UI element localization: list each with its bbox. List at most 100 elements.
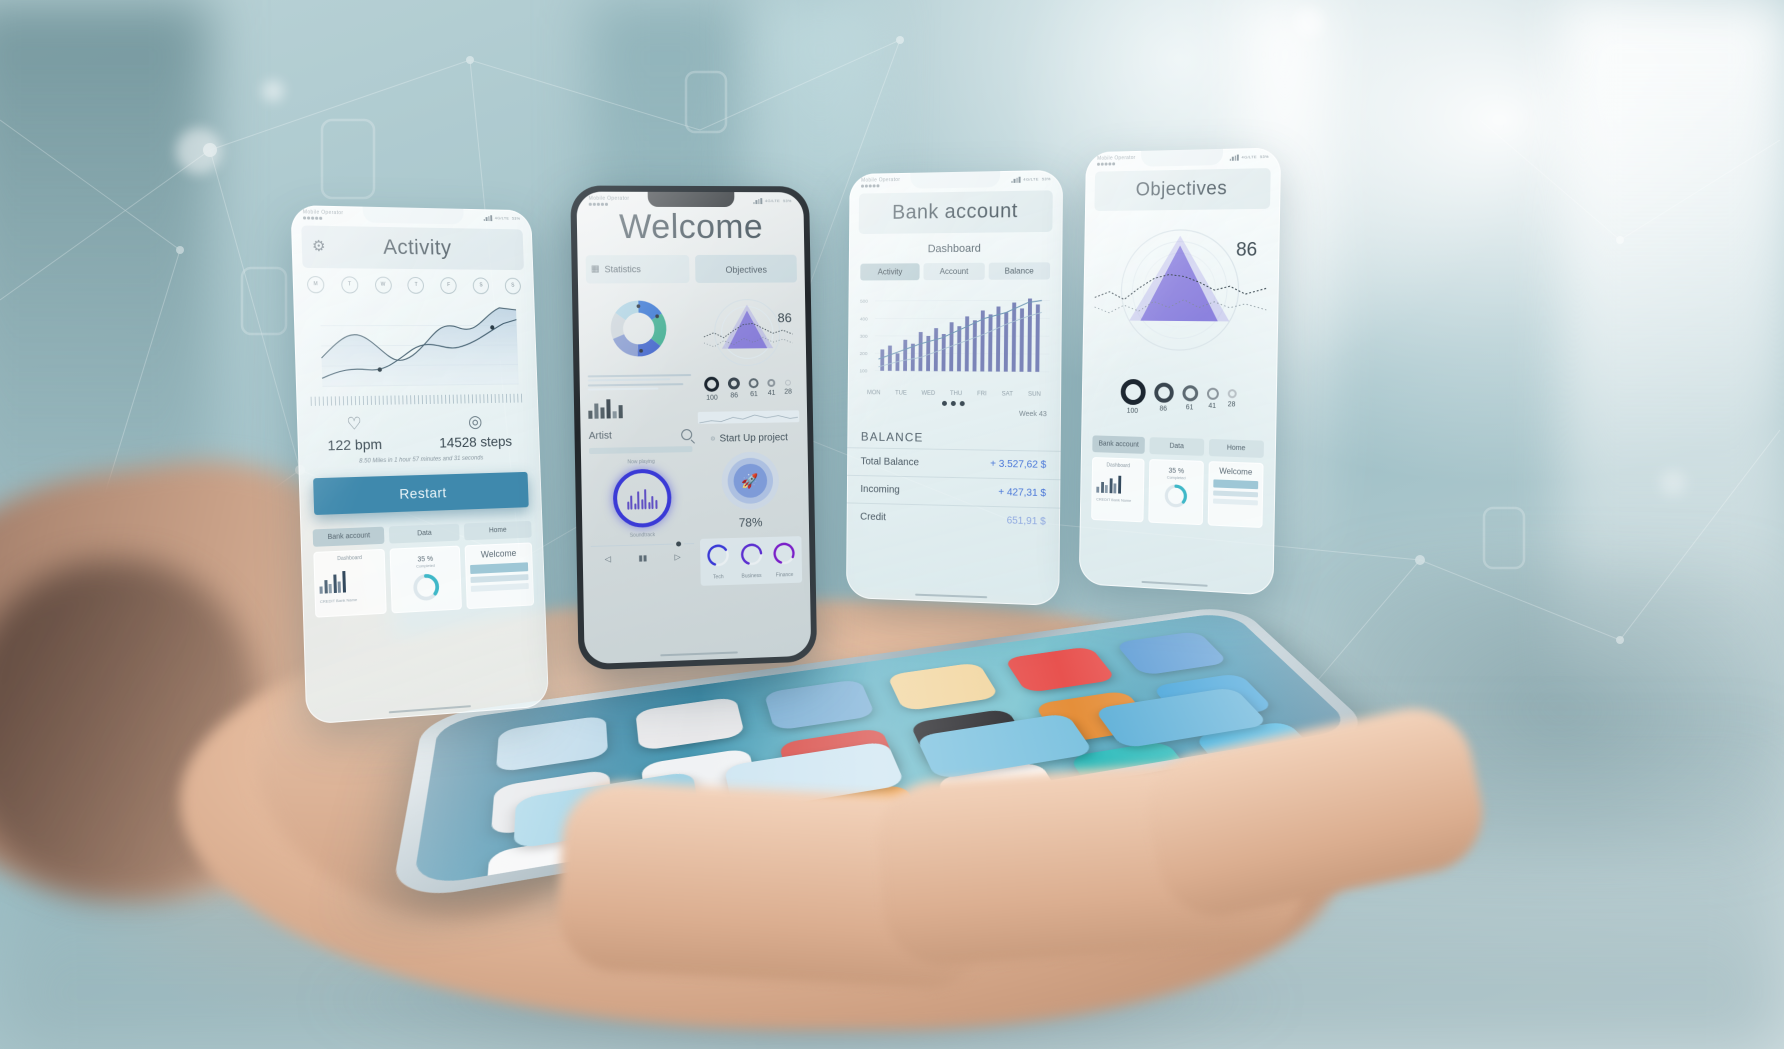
- activity-area-chart: [307, 297, 524, 406]
- mini-card-bank[interactable]: Dashboard CREDIT Bank Name: [1091, 456, 1145, 521]
- now-playing-label: Now playing: [589, 458, 692, 466]
- floating-panel-activity[interactable]: Mobile Operator 4G/LTE 53% ⚙ Activity MT…: [290, 205, 549, 725]
- objective-ring-100: 100: [704, 376, 719, 401]
- mini-stripe: [1213, 490, 1258, 497]
- mini-card-home[interactable]: Welcome: [464, 542, 534, 609]
- day-chip-3[interactable]: T: [408, 276, 425, 293]
- pulse-icon: ◎: [438, 412, 511, 430]
- stat-lines: [588, 374, 692, 391]
- mini-card-data[interactable]: 35 % Completed: [1149, 459, 1204, 525]
- objectives-radar-chart: 86: [696, 290, 799, 371]
- mini-card-label: Welcome: [469, 547, 527, 560]
- floating-panel-bank[interactable]: Mobile Operator 4G/LTE 53% Bank account …: [846, 170, 1063, 606]
- mini-stripe: [470, 582, 528, 591]
- objectives-tab-0[interactable]: Bank account: [1092, 435, 1145, 454]
- day-chip-5[interactable]: S: [473, 277, 490, 294]
- status-right: 4G/LTE 53%: [1230, 154, 1269, 161]
- objectives-tab-2[interactable]: Home: [1209, 438, 1264, 457]
- objectives-bottom-tabs[interactable]: Bank account Data Home: [1092, 435, 1264, 458]
- bokeh-dot: [262, 80, 284, 102]
- day-chip-row[interactable]: MTWTFSS: [307, 276, 521, 294]
- bank-tab-0[interactable]: Activity: [860, 263, 920, 280]
- mini-card-label: Dashboard: [1097, 462, 1140, 470]
- balance-row: Credit 651,91 $: [847, 502, 1061, 536]
- bank-tabs[interactable]: Activity Account Balance: [860, 262, 1050, 280]
- signal-dots: [1097, 162, 1135, 165]
- mini-card-home[interactable]: Welcome: [1207, 461, 1263, 528]
- category-finance[interactable]: Finance: [769, 541, 799, 579]
- activity-tab-2[interactable]: Home: [463, 520, 531, 540]
- player-visualizer[interactable]: [589, 468, 693, 529]
- floating-panel-objectives[interactable]: Mobile Operator 4G/LTE 53% Objectives 86…: [1079, 147, 1281, 595]
- ring-icon: [1120, 378, 1145, 404]
- category-tech[interactable]: Tech: [703, 543, 733, 581]
- ring-icon: [704, 376, 719, 391]
- day-chip-1[interactable]: T: [341, 276, 358, 293]
- pause-icon[interactable]: ▮▮: [638, 553, 647, 562]
- restart-button[interactable]: Restart: [313, 471, 529, 514]
- home-indicator[interactable]: [1141, 580, 1207, 586]
- svg-text:100: 100: [859, 368, 867, 374]
- battery-label: 53%: [1042, 176, 1051, 181]
- ring-label: 61: [1182, 404, 1198, 411]
- carrier-label: Mobile Operator: [861, 177, 900, 184]
- ring-label: 61: [749, 391, 759, 398]
- artist-search-row[interactable]: Artist: [589, 429, 693, 442]
- play-icon[interactable]: ▷: [674, 552, 680, 561]
- balance-row: Total Balance + 3.527,62 $: [847, 447, 1061, 479]
- category-ring-row[interactable]: Tech Business Finance: [700, 536, 802, 586]
- objective-ring-86: 86: [1154, 382, 1174, 412]
- balance-row-label: Credit: [860, 511, 886, 523]
- activity-tab-1[interactable]: Data: [389, 523, 459, 543]
- day-chip-6[interactable]: S: [505, 277, 521, 294]
- phone-notch: [910, 171, 1000, 189]
- category-label: Finance: [770, 572, 799, 579]
- activity-tab-0[interactable]: Bank account: [313, 526, 385, 546]
- bank-tab-2[interactable]: Balance: [988, 262, 1050, 280]
- phone-notch: [363, 207, 465, 225]
- ring-icon: [1154, 382, 1174, 402]
- network-label: 4G/LTE: [1242, 154, 1257, 159]
- ring-label: 41: [768, 390, 776, 397]
- mini-card-data[interactable]: 35 % Completed: [390, 545, 462, 613]
- ring-icon: [728, 377, 740, 389]
- home-indicator[interactable]: [660, 651, 737, 656]
- objectives-tab-1[interactable]: Data: [1150, 437, 1204, 456]
- activity-subnote: 8.50 Miles in 1 hour 57 minutes and 31 s…: [298, 453, 540, 465]
- page-title: Activity: [335, 235, 514, 261]
- floating-phone-welcome[interactable]: Mobile Operator 4G/LTE 53% Welcome ▦ Sta…: [570, 186, 817, 671]
- bank-tab-1[interactable]: Account: [924, 262, 985, 279]
- prev-icon[interactable]: ◁: [605, 554, 611, 563]
- progress-slider[interactable]: [591, 541, 694, 549]
- ring-icon: [1227, 389, 1236, 398]
- day-chip-0[interactable]: M: [307, 276, 325, 293]
- activity-mini-cards: Dashboard CREDIT Bank Name 35 % Complete…: [313, 542, 534, 617]
- tab-statistics[interactable]: ▦ Statistics: [586, 254, 690, 283]
- mini-card-sub: CREDIT Bank Name: [1096, 496, 1139, 503]
- category-business[interactable]: Business: [736, 542, 766, 580]
- bokeh-dot: [1660, 470, 1686, 496]
- player-controls[interactable]: ◁ ▮▮ ▷: [591, 552, 695, 564]
- statistics-column: Artist Now playing Soundtrack ◁ ▮▮ ▷: [586, 291, 695, 590]
- search-icon[interactable]: [681, 429, 692, 440]
- welcome-screen[interactable]: Mobile Operator 4G/LTE 53% Welcome ▦ Sta…: [576, 192, 811, 665]
- project-title: Start Up project: [719, 432, 788, 445]
- gear-icon[interactable]: ⚙: [312, 239, 326, 254]
- balance-row-label: Total Balance: [861, 456, 919, 468]
- network-label: 4G/LTE: [765, 198, 780, 203]
- project-progress-dial[interactable]: 🚀: [698, 451, 800, 511]
- ring-label: 100: [704, 394, 719, 401]
- welcome-title: Welcome: [577, 207, 805, 246]
- mini-bar-chart: [1096, 472, 1139, 493]
- mini-card-bank[interactable]: Dashboard CREDIT Bank Name: [313, 548, 387, 617]
- page-title: Bank account: [892, 199, 1018, 224]
- phone-notch: [1141, 149, 1223, 167]
- day-chip-2[interactable]: W: [374, 276, 391, 293]
- mini-stripe: [470, 562, 528, 574]
- home-indicator[interactable]: [915, 593, 988, 598]
- chart-icon: ▦: [591, 263, 600, 274]
- day-chip-4[interactable]: F: [440, 277, 457, 294]
- search-input[interactable]: [589, 446, 692, 454]
- tab-objectives[interactable]: Objectives: [695, 254, 797, 282]
- home-indicator[interactable]: [389, 705, 472, 714]
